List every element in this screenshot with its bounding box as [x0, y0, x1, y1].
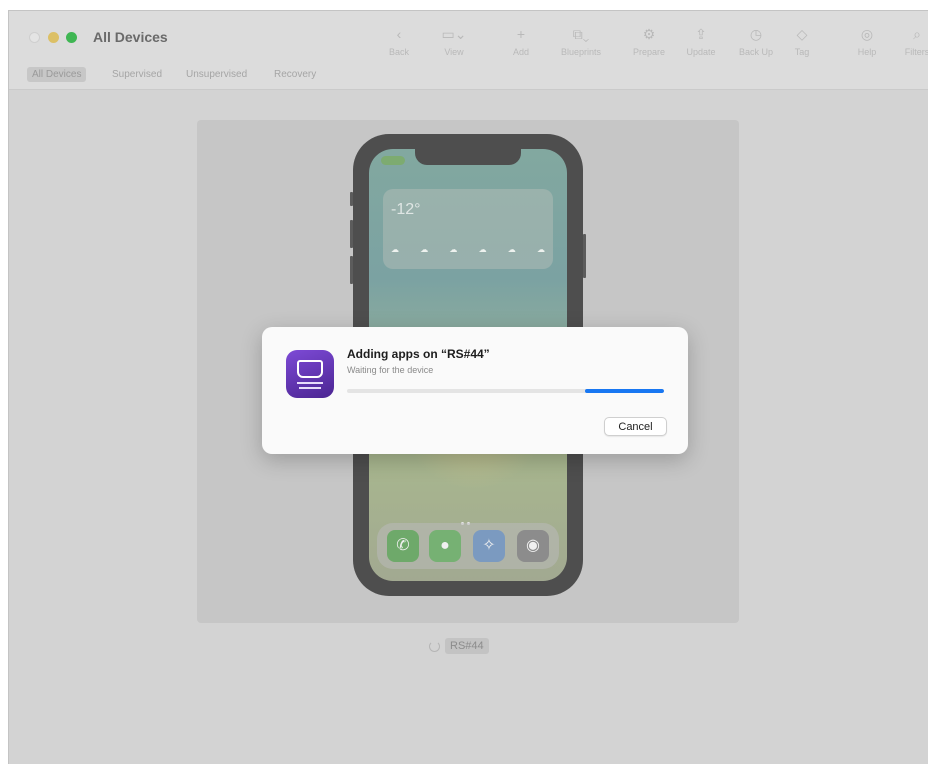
messages-app-icon: ● [429, 530, 461, 562]
adding-apps-dialog: Adding apps on “RS#44” Waiting for the d… [262, 327, 688, 454]
back-up-button[interactable]: ◷ Back Up [731, 24, 781, 57]
tab-recovery[interactable]: Recovery [269, 67, 321, 82]
tag-label: Tag [794, 47, 810, 57]
update-icon: ⇪ [695, 26, 707, 42]
progress-bar [347, 389, 664, 393]
help-icon: ◎ [860, 26, 874, 42]
status-time-pill [381, 156, 405, 165]
tab-unsupervised[interactable]: Unsupervised [181, 67, 252, 82]
maximize-window-button[interactable] [66, 32, 77, 43]
update-button[interactable]: ⇪ Update [676, 24, 726, 57]
back-label: Back [388, 47, 409, 57]
search-icon: ⌕ [913, 26, 921, 42]
prepare-button[interactable]: ⚙ Prepare [624, 24, 674, 57]
dialog-status-text: Waiting for the device [347, 365, 434, 375]
safari-app-icon: ✧ [473, 530, 505, 562]
camera-app-icon: ◉ [517, 530, 549, 562]
phone-dock: ✆ ● ✧ ◉ [377, 523, 559, 569]
view-label: View [444, 47, 464, 57]
tag-icon: ◇ [796, 26, 808, 42]
plus-icon: + [516, 26, 526, 42]
volume-up-button [350, 220, 353, 248]
loading-spinner-icon [429, 641, 440, 652]
window-title: All Devices [93, 29, 168, 45]
tag-button[interactable]: ◇ Tag [777, 24, 827, 57]
help-button[interactable]: ◎ Help [842, 24, 892, 57]
cloud-icon: ☁ [507, 245, 516, 254]
page-dots [461, 512, 475, 525]
cloud-icon: ☁ [478, 245, 487, 254]
add-button[interactable]: + Add [496, 24, 546, 57]
tab-supervised[interactable]: Supervised [107, 67, 167, 82]
volume-down-button [350, 256, 353, 284]
prepare-icon: ⚙ [642, 26, 656, 42]
progress-bar-fill [584, 389, 664, 393]
side-button [583, 234, 586, 278]
cloud-icon: ☁ [420, 245, 429, 254]
cloud-icon: ☁ [391, 245, 399, 254]
cloud-icon: ☁ [536, 245, 545, 254]
view-button[interactable]: ▭⌄ View [429, 24, 479, 57]
cancel-button[interactable]: Cancel [604, 417, 667, 436]
back-button[interactable]: ‹ Back [374, 24, 424, 57]
weather-widget: -12° ☁ ☁ ☁ ☁ ☁ ☁ [383, 189, 553, 269]
blueprints-icon: ⧉⌄ [572, 26, 590, 42]
blueprints-label: Blueprints [560, 47, 602, 57]
weather-temperature: -12° [391, 201, 421, 218]
weather-forecast-row: ☁ ☁ ☁ ☁ ☁ ☁ [391, 245, 545, 259]
device-name: RS#44 [445, 638, 489, 654]
add-label: Add [512, 47, 529, 57]
blueprints-button[interactable]: ⧉⌄ Blueprints [556, 24, 606, 57]
phone-notch [415, 149, 521, 165]
help-label: Help [857, 47, 877, 57]
filters-label: Filters [904, 47, 928, 57]
configurator-app-icon [286, 350, 334, 398]
minimize-window-button[interactable] [48, 32, 59, 43]
view-icon: ▭⌄ [441, 26, 467, 42]
close-window-button[interactable] [29, 32, 40, 43]
prepare-label: Prepare [632, 47, 666, 57]
filters-button[interactable]: ⌕ Filters [892, 24, 928, 57]
back-up-label: Back Up [738, 47, 773, 57]
tab-all-devices[interactable]: All Devices [27, 67, 87, 82]
clock-icon: ◷ [749, 26, 763, 42]
chevron-left-icon: ‹ [396, 26, 402, 42]
dialog-title: Adding apps on “RS#44” [347, 347, 490, 361]
cloud-icon: ☁ [449, 245, 458, 254]
title-bar: All Devices ‹ Back ▭⌄ View + Add ⧉⌄ Blueprints ⚙… [9, 11, 928, 90]
phone-app-icon: ✆ [387, 530, 419, 562]
mute-switch [350, 192, 353, 206]
update-label: Update [686, 47, 716, 57]
